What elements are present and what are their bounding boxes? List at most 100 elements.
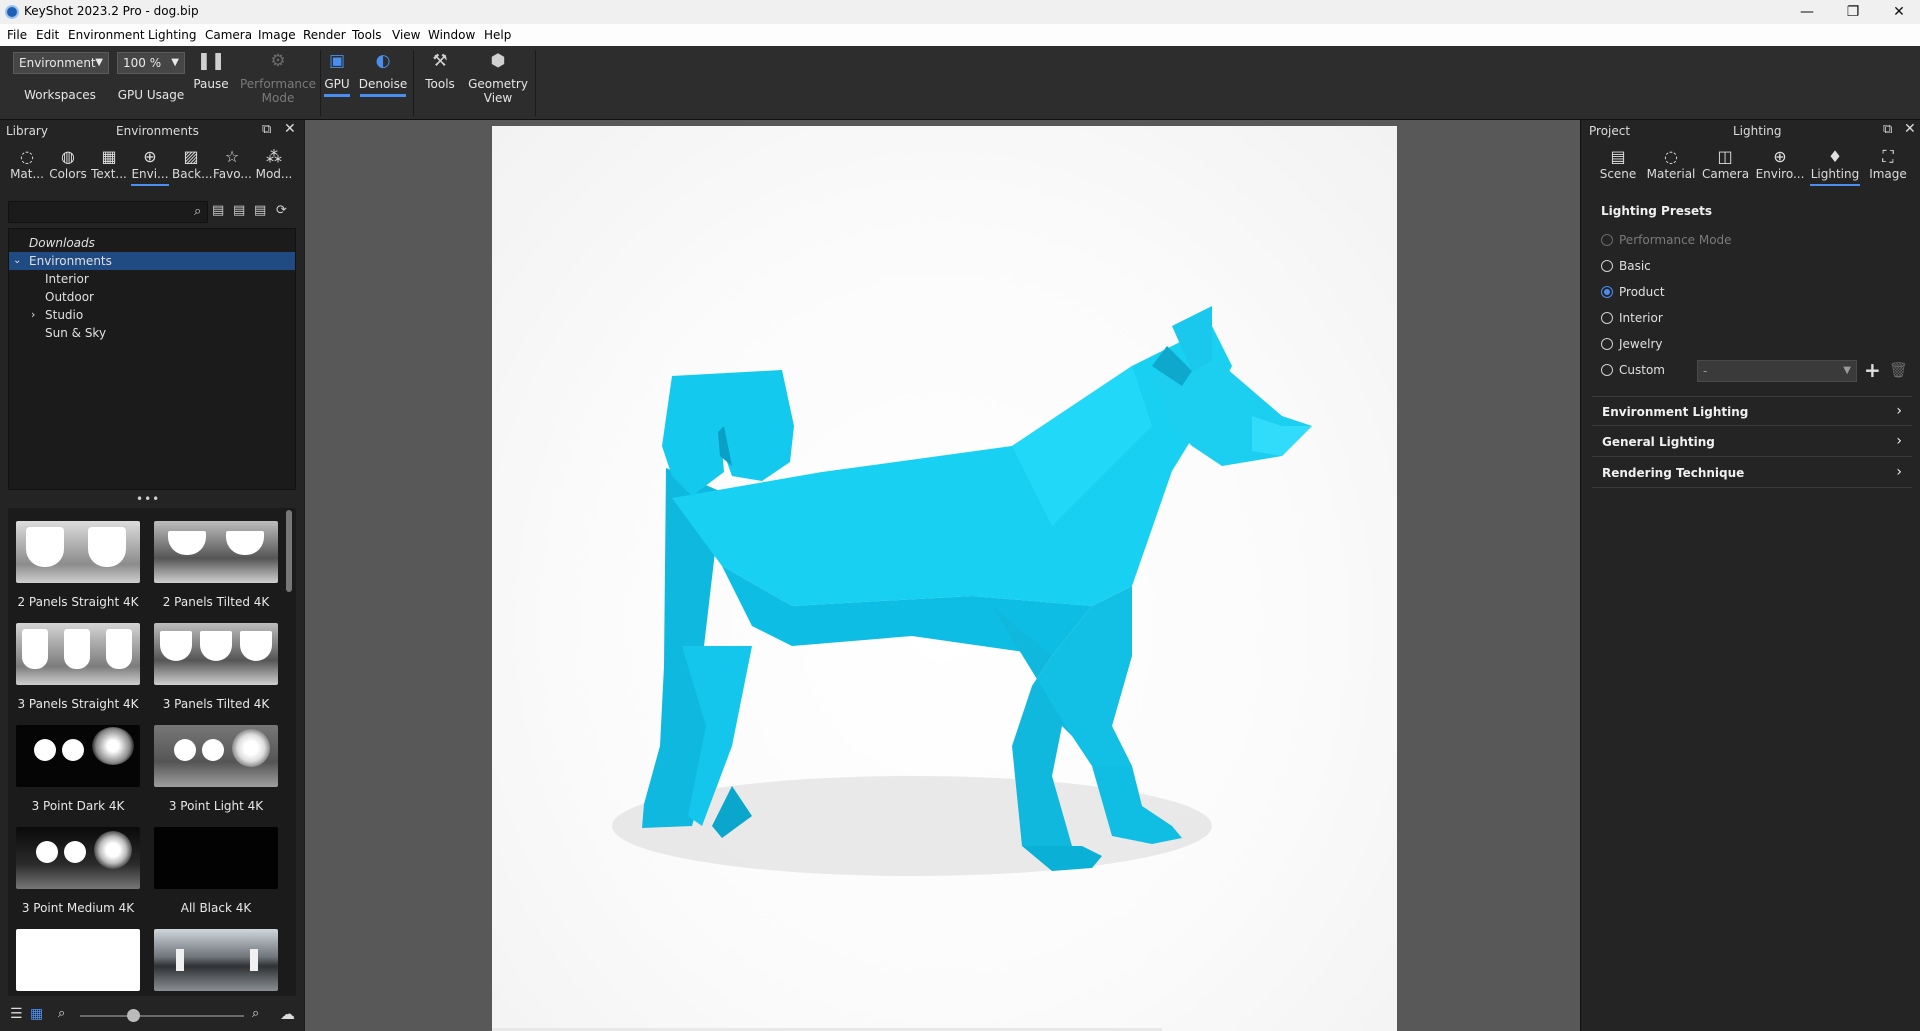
slider-handle[interactable] bbox=[127, 1009, 140, 1022]
tab-colors[interactable]: ◍ Colors bbox=[49, 147, 87, 181]
float-panel-icon[interactable]: ⧉ bbox=[262, 122, 271, 137]
env-thumbnail-label: 3 Panels Straight 4K bbox=[17, 697, 139, 711]
tab-image[interactable]: ⛶ Image bbox=[1866, 147, 1910, 181]
tree-item-environments[interactable]: ⌄ Environments bbox=[9, 252, 295, 270]
performance-mode-icon: ⚙ bbox=[270, 51, 286, 71]
search-icon[interactable]: ⌕ bbox=[194, 204, 201, 219]
pause-button[interactable]: ❚❚ Pause bbox=[190, 50, 232, 91]
tab-material[interactable]: ◌ Material bbox=[1646, 147, 1696, 181]
radio-button[interactable] bbox=[1601, 260, 1613, 272]
library-search-input[interactable] bbox=[8, 201, 208, 223]
render-image[interactable] bbox=[492, 126, 1397, 1031]
tab-lighting[interactable]: ♦ Lighting bbox=[1810, 147, 1860, 186]
tab-environments[interactable]: ⊕ Envi... bbox=[131, 147, 169, 186]
menu-environment[interactable]: Environment bbox=[68, 28, 145, 42]
radio-button[interactable] bbox=[1601, 364, 1613, 376]
project-header: Project Lighting ⧉ ✕ bbox=[1581, 120, 1920, 142]
menu-file[interactable]: File bbox=[7, 28, 27, 42]
env-thumbnail[interactable] bbox=[154, 623, 278, 685]
models-icon: ⁂ bbox=[266, 147, 282, 166]
image-icon: ▨ bbox=[183, 147, 199, 166]
tab-camera[interactable]: ◫ Camera bbox=[1702, 147, 1749, 181]
close-window-button[interactable]: ✕ bbox=[1876, 0, 1920, 24]
maximize-button[interactable]: ❐ bbox=[1830, 0, 1876, 24]
tree-item-sun-sky[interactable]: Sun & Sky bbox=[9, 324, 295, 342]
folder-icon[interactable]: ▤ bbox=[212, 203, 224, 218]
tools-button[interactable]: ⚒ Tools bbox=[420, 50, 460, 91]
section-environment-lighting[interactable]: Environment Lighting › bbox=[1592, 396, 1912, 426]
tab-models[interactable]: ⁂ Mod... bbox=[254, 147, 294, 181]
geometry-view-button[interactable]: ⬢ Geometry View bbox=[466, 50, 530, 105]
camera-icon: ◫ bbox=[1717, 147, 1733, 166]
env-thumbnail[interactable] bbox=[16, 623, 140, 685]
tree-item-interior[interactable]: Interior bbox=[9, 270, 295, 288]
env-thumbnail[interactable] bbox=[16, 725, 140, 787]
zoom-select[interactable]: 100 % ▼ bbox=[117, 52, 185, 74]
grid-view-icon[interactable]: ▦ bbox=[30, 1006, 43, 1022]
tab-backplates[interactable]: ▨ Back... bbox=[172, 147, 213, 181]
tree-item-outdoor[interactable]: Outdoor bbox=[9, 288, 295, 306]
env-thumbnail-label: 3 Point Medium 4K bbox=[21, 901, 135, 915]
menu-image[interactable]: Image bbox=[258, 28, 296, 42]
env-thumbnail[interactable] bbox=[16, 521, 140, 583]
env-thumbnail[interactable] bbox=[154, 827, 278, 889]
menu-window[interactable]: Window bbox=[428, 28, 475, 42]
env-thumbnail[interactable] bbox=[154, 929, 278, 991]
tab-label: Mod... bbox=[255, 167, 293, 181]
env-thumbnail[interactable] bbox=[16, 929, 140, 991]
tab-label: Enviro... bbox=[1755, 167, 1805, 181]
chevron-right-icon: › bbox=[1896, 464, 1902, 480]
tab-scene[interactable]: ▤ Scene bbox=[1597, 147, 1639, 181]
radio-button[interactable] bbox=[1601, 338, 1613, 350]
menu-help[interactable]: Help bbox=[484, 28, 511, 42]
radio-button[interactable] bbox=[1601, 312, 1613, 324]
radio-button[interactable] bbox=[1601, 286, 1613, 298]
section-title: General Lighting bbox=[1602, 435, 1715, 449]
cloud-download-icon[interactable]: ☁ bbox=[280, 1005, 295, 1023]
close-panel-icon[interactable]: ✕ bbox=[1904, 121, 1916, 137]
tree-item-downloads[interactable]: Downloads bbox=[9, 234, 295, 252]
env-thumbnail[interactable] bbox=[154, 725, 278, 787]
star-icon: ☆ bbox=[224, 147, 240, 166]
gpu-label: GPU bbox=[324, 77, 350, 91]
thumbnail-size-slider[interactable] bbox=[80, 1015, 244, 1017]
denoise-toggle[interactable]: ◐ Denoise bbox=[358, 50, 408, 97]
thumb-shape bbox=[174, 739, 196, 761]
workspace-select[interactable]: Environment ▼ bbox=[13, 52, 109, 74]
list-view-icon[interactable]: ☰ bbox=[10, 1006, 23, 1022]
env-thumbnail[interactable] bbox=[154, 521, 278, 583]
menu-edit[interactable]: Edit bbox=[36, 28, 59, 42]
lighting-presets-title: Lighting Presets bbox=[1601, 204, 1713, 218]
refresh-icon[interactable]: ⟳ bbox=[276, 203, 287, 218]
close-panel-icon[interactable]: ✕ bbox=[284, 121, 296, 137]
menu-camera[interactable]: Camera bbox=[205, 28, 252, 42]
menu-view[interactable]: View bbox=[392, 28, 420, 42]
thumbnails-scrollbar[interactable] bbox=[286, 510, 292, 592]
tab-textures[interactable]: ▦ Text... bbox=[90, 147, 128, 181]
zoom-out-icon[interactable]: ⌕ bbox=[58, 1006, 65, 1021]
import-folder-icon[interactable]: ▤ bbox=[254, 203, 266, 218]
section-rendering-technique[interactable]: Rendering Technique › bbox=[1592, 458, 1912, 488]
float-panel-icon[interactable]: ⧉ bbox=[1883, 122, 1892, 137]
tab-environment[interactable]: ⊕ Enviro... bbox=[1754, 147, 1806, 181]
gpu-toggle[interactable]: ▣ GPU bbox=[322, 50, 352, 97]
radio-button[interactable] bbox=[1601, 234, 1613, 246]
performance-mode-button[interactable]: ⚙ Performance Mode bbox=[238, 50, 318, 105]
minimize-button[interactable]: — bbox=[1784, 0, 1830, 24]
menu-lighting[interactable]: Lighting bbox=[148, 28, 197, 42]
trash-icon[interactable]: 🗑 bbox=[1889, 361, 1908, 379]
material-icon: ◌ bbox=[1664, 147, 1678, 166]
add-folder-icon[interactable]: ▤ bbox=[233, 203, 245, 218]
tree-item-studio[interactable]: › Studio bbox=[9, 306, 295, 324]
custom-preset-select[interactable]: - ▼ bbox=[1697, 360, 1857, 382]
section-title: Environment Lighting bbox=[1602, 405, 1749, 419]
tab-favorites[interactable]: ☆ Favo... bbox=[213, 147, 252, 181]
tab-materials[interactable]: ◌ Mat... bbox=[8, 147, 46, 181]
zoom-in-icon[interactable]: ⌕ bbox=[252, 1006, 259, 1021]
menu-tools[interactable]: Tools bbox=[352, 28, 382, 42]
menu-render[interactable]: Render bbox=[303, 28, 346, 42]
section-general-lighting[interactable]: General Lighting › bbox=[1592, 427, 1912, 457]
add-preset-icon[interactable]: + bbox=[1864, 358, 1881, 382]
splitter-handle[interactable]: ••• bbox=[136, 492, 160, 506]
env-thumbnail[interactable] bbox=[16, 827, 140, 889]
